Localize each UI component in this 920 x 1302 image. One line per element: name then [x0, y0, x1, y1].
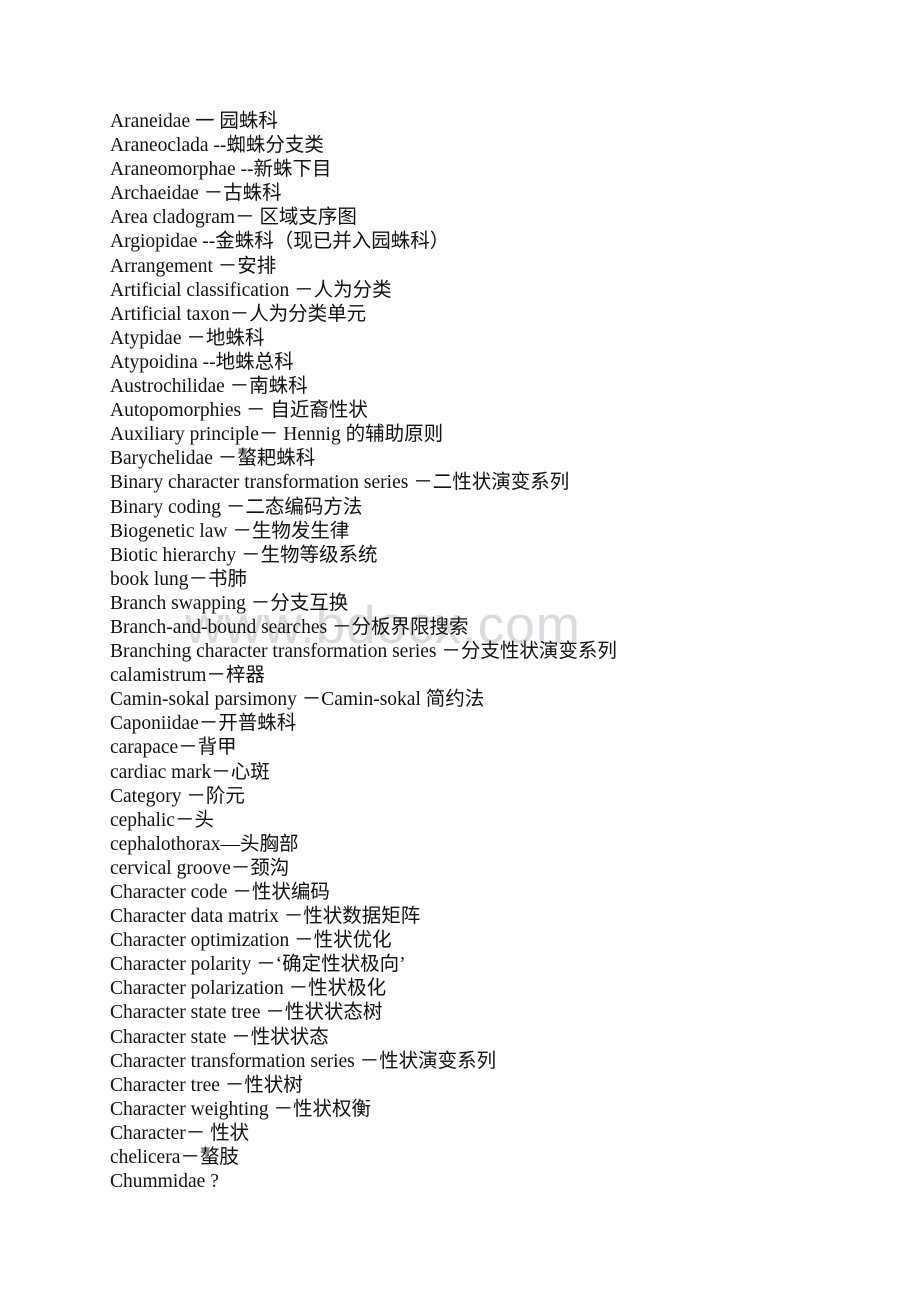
glossary-entry: cervical groove－颈沟	[110, 857, 290, 879]
glossary-entry: Atypidae －地蛛科	[110, 327, 265, 349]
glossary-entry: Arrangement －安排	[110, 255, 277, 277]
document-page: www.bdocx.com Araneidae 一 园蛛科 Araneoclada…	[0, 0, 920, 1302]
glossary-entry: Character－ 性状	[110, 1122, 250, 1144]
glossary-entry: Artificial taxon－人为分类单元	[110, 303, 367, 325]
glossary-entry: Austrochilidae －南蛛科	[110, 376, 308, 398]
glossary-entry: Branch swapping －分支互换	[110, 592, 349, 614]
glossary-entry: carapace－背甲	[110, 737, 237, 759]
glossary-entry: Binary character transformation series －…	[110, 472, 570, 494]
glossary-entry: Character weighting －性状权衡	[110, 1098, 372, 1120]
glossary-entry: Character transformation series －性状演变系列	[110, 1050, 497, 1072]
glossary-entry: Archaeidae －古蛛科	[110, 183, 282, 205]
glossary-entry: Caponiidae－开普蛛科	[110, 713, 297, 735]
glossary-entry: Branching character transformation serie…	[110, 641, 617, 663]
glossary-entry: Character code －性状编码	[110, 882, 330, 903]
glossary-entry: chelicera－螯肢	[110, 1147, 239, 1169]
glossary-entry: Character tree －性状树	[110, 1074, 303, 1096]
glossary-entry: Character state －性状状态	[110, 1026, 329, 1048]
glossary-entry: Artificial classification －人为分类	[110, 279, 392, 301]
glossary-entry: Biogenetic law －生物发生律	[110, 520, 350, 542]
glossary-entry: Category －阶元	[110, 785, 245, 807]
glossary-entry: Araneomorphae --新蛛下目	[110, 159, 332, 181]
glossary-entry: calamistrum－梓器	[110, 665, 265, 687]
glossary-entry: cardiac mark－心斑	[110, 761, 270, 783]
glossary-entry: cephalic－头	[110, 809, 214, 831]
glossary-entry: Branch-and-bound searches －分板界限搜索	[110, 616, 469, 638]
glossary-entry: Araneidae 一 园蛛科	[110, 111, 278, 132]
glossary-entry: cephalothorax—头胸部	[110, 833, 299, 855]
glossary-entry: Character data matrix －性状数据矩阵	[110, 906, 421, 928]
glossary-entry: Character polarization －性状极化	[110, 978, 387, 1000]
glossary-entry: Chummidae ?	[110, 1171, 219, 1193]
glossary-entry: Autopomorphies － 自近裔性状	[110, 400, 368, 422]
glossary-entry: Area cladogram－ 区域支序图	[110, 207, 357, 229]
glossary-entry: Biotic hierarchy －生物等级系统	[110, 544, 378, 566]
glossary-entry: book lung－书肺	[110, 568, 248, 590]
glossary-entry: Auxiliary principle－ Hennig 的辅助原则	[110, 424, 444, 446]
glossary-entry: Atypoidina --地蛛总科	[110, 351, 294, 373]
glossary-entry: Barychelidae －螯耙蛛科	[110, 448, 316, 470]
glossary-entry: Character optimization －性状优化	[110, 930, 392, 952]
glossary-list: Araneidae 一 园蛛科 Araneoclada --蜘蛛分支类 Araneo…	[110, 110, 810, 1194]
glossary-entry: Character state tree －性状状态树	[110, 1002, 383, 1024]
glossary-entry: Argiopidae --金蛛科（现已并入园蛛科）	[110, 231, 450, 253]
glossary-entry: Character polarity －‘确定性状极向’	[110, 954, 406, 976]
glossary-entry: Binary coding －二态编码方法	[110, 496, 363, 518]
glossary-entry: Araneoclada --蜘蛛分支类	[110, 135, 324, 157]
glossary-entry: Camin-sokal parsimony －Camin-sokal 简约法	[110, 689, 485, 711]
